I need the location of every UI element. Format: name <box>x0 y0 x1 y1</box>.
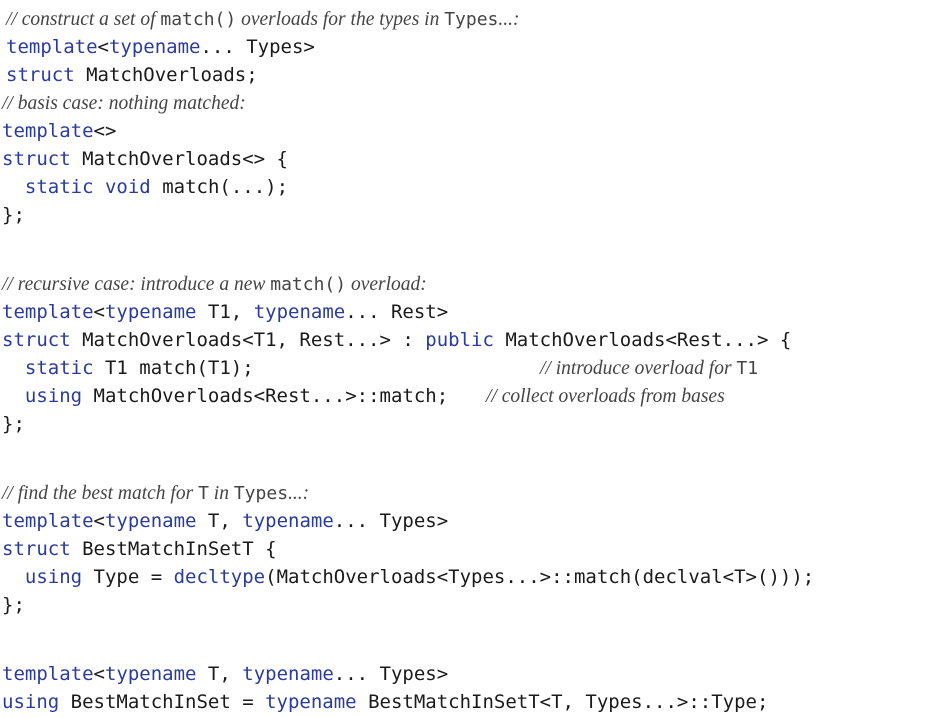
code-text: ... Types> <box>333 663 449 685</box>
code-text: T, <box>196 510 243 532</box>
code-text: < <box>93 663 105 685</box>
code-text: MatchOverloads<Rest...>::match; <box>82 385 449 407</box>
code-keyword: template <box>2 120 94 142</box>
code-line: }; <box>2 201 25 229</box>
code-comment: // find the best match for <box>2 483 199 504</box>
code-comment: // recursive case: introduce a new <box>2 274 271 295</box>
code-keyword: using <box>24 566 83 588</box>
code-text: ... Types> <box>333 510 449 532</box>
code-line: template<typename... Types> <box>6 33 315 61</box>
code-text: match(...); <box>150 176 289 198</box>
code-line: template<typename T1, typename... Rest> <box>2 298 448 326</box>
code-line: template<typename T, typename... Types> <box>2 660 448 688</box>
code-comment: in <box>208 483 234 504</box>
code-line: }; <box>2 591 25 619</box>
code-line: // recursive case: introduce a new match… <box>2 270 427 298</box>
code-keyword: decltype <box>173 566 266 588</box>
code-text: T, <box>196 663 243 685</box>
code-text: MatchOverloads<Rest...> { <box>493 329 792 351</box>
code-comment: match() <box>160 9 237 30</box>
code-comment: // construct a set of <box>6 9 161 30</box>
code-text: ... Types> <box>200 36 315 58</box>
code-comment: Types <box>233 483 289 504</box>
code-trailing-comment: // collect overloads from bases <box>486 382 725 411</box>
code-comment: T1 <box>736 358 759 379</box>
code-line: using Type = decltype(MatchOverloads<Typ… <box>2 563 814 591</box>
code-comment: // basis case: nothing matched: <box>2 93 246 114</box>
code-text: Type = <box>82 566 174 588</box>
code-keyword: typename <box>265 691 357 713</box>
code-comment: overload: <box>346 274 427 295</box>
code-line: static T1 match(T1); // introduce overloa… <box>2 354 758 382</box>
code-keyword: typename <box>242 510 334 532</box>
code-comment: overloads for the types in <box>236 9 445 30</box>
code-comment: // collect overloads from bases <box>486 386 725 407</box>
code-comment: Types <box>444 9 499 30</box>
code-keyword: typename <box>104 510 197 532</box>
code-line: // find the best match for T in Types...… <box>2 479 309 507</box>
code-comment: match() <box>270 274 347 295</box>
code-comment: T <box>198 483 209 504</box>
code-keyword: struct <box>2 329 71 351</box>
code-keyword: using <box>2 691 60 713</box>
code-line: }; <box>2 410 25 438</box>
code-text: <> <box>93 120 117 142</box>
code-keyword: struct <box>2 538 71 560</box>
code-comment: // introduce overload for <box>540 358 737 379</box>
code-keyword: struct <box>2 148 71 170</box>
code-text: BestMatchInSetT { <box>70 538 277 560</box>
code-comment: ...: <box>498 9 520 30</box>
code-keyword: typename <box>104 301 197 323</box>
code-line: struct MatchOverloads; <box>6 61 258 89</box>
code-text: }; <box>2 594 25 616</box>
code-trailing-comment: // introduce overload for T1 <box>540 354 758 383</box>
code-keyword: template <box>2 301 94 323</box>
code-line: // construct a set of match() overloads … <box>6 5 520 33</box>
code-keyword: struct <box>6 64 75 86</box>
code-text: < <box>93 510 105 532</box>
code-comment: ...: <box>288 483 310 504</box>
code-text: BestMatchInSet = <box>59 691 266 713</box>
code-keyword: typename <box>108 36 201 58</box>
code-line: using BestMatchInSet = typename BestMatc… <box>2 688 768 716</box>
code-line: template<typename T, typename... Types> <box>2 507 448 535</box>
code-text: MatchOverloads; <box>74 64 258 86</box>
code-text: T1 match(T1); <box>93 357 254 379</box>
code-keyword: using <box>24 385 83 407</box>
code-line: using MatchOverloads<Rest...>::match; // … <box>2 382 725 410</box>
code-keyword: public <box>425 329 494 351</box>
code-line: static void match(...); <box>2 173 288 201</box>
code-keyword: typename <box>242 663 334 685</box>
code-keyword: static <box>24 357 94 379</box>
code-line: struct BestMatchInSetT { <box>2 535 277 563</box>
code-text: < <box>93 301 105 323</box>
code-text: BestMatchInSetT<T, Types...>::Type; <box>356 691 769 713</box>
code-line: // basis case: nothing matched: <box>2 89 246 117</box>
code-text: ... Rest> <box>345 301 449 323</box>
code-text: }; <box>2 204 25 226</box>
code-text: MatchOverloads<> { <box>70 148 288 170</box>
code-keyword: template <box>2 663 94 685</box>
code-listing: // construct a set of match() overloads … <box>0 0 928 718</box>
code-line: template<> <box>2 117 116 145</box>
code-keyword: template <box>6 36 98 58</box>
code-line: struct MatchOverloads<> { <box>2 145 288 173</box>
code-text: < <box>97 36 109 58</box>
code-keyword: typename <box>104 663 197 685</box>
code-line: struct MatchOverloads<T1, Rest...> : pub… <box>2 326 791 354</box>
code-keyword: typename <box>253 301 346 323</box>
code-keyword: void <box>104 176 151 198</box>
code-text: T1, <box>196 301 254 323</box>
code-text: }; <box>2 413 25 435</box>
code-text: MatchOverloads<T1, Rest...> : <box>70 329 426 351</box>
code-keyword: template <box>2 510 94 532</box>
code-keyword: static <box>24 176 94 198</box>
code-text: (MatchOverloads<Types...>::match(declval… <box>265 566 815 588</box>
